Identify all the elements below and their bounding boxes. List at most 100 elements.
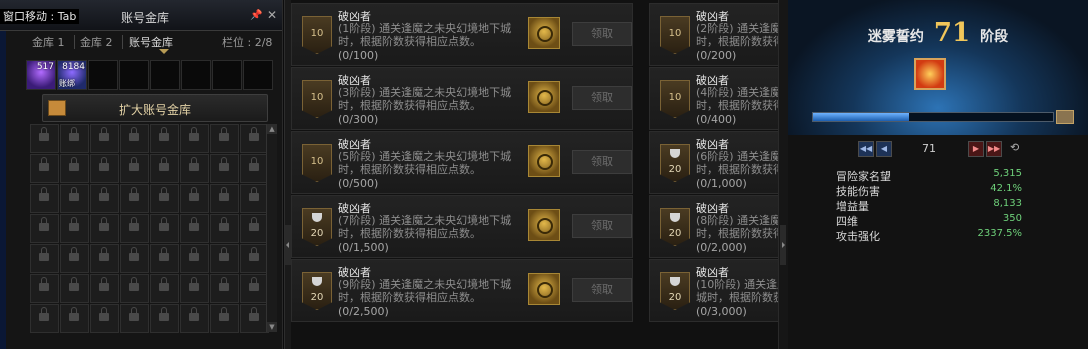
prev-page-button[interactable]: ◀ — [876, 141, 892, 157]
locked-slot[interactable] — [150, 124, 179, 153]
reset-icon[interactable]: ⟲ — [1010, 141, 1019, 154]
locked-slot[interactable] — [120, 184, 149, 213]
locked-slot[interactable] — [180, 304, 209, 333]
next-page-button[interactable]: ▶ — [968, 141, 984, 157]
pin-icon[interactable]: 📌 — [250, 10, 262, 21]
claim-button[interactable]: 领取 — [572, 214, 632, 238]
item-slot[interactable]: 517 — [26, 60, 56, 90]
locked-slot[interactable] — [210, 124, 239, 153]
panel-collapse-handle-right[interactable] — [778, 0, 788, 349]
scroll-up-icon[interactable]: ▲ — [267, 124, 277, 134]
locked-slot[interactable] — [150, 214, 179, 243]
locked-slot[interactable] — [180, 124, 209, 153]
locked-slot[interactable] — [30, 214, 59, 243]
chevron-right-icon[interactable] — [780, 225, 786, 265]
reward-chest-icon[interactable] — [1056, 110, 1074, 124]
locked-slot[interactable] — [120, 214, 149, 243]
locked-slot[interactable] — [30, 154, 59, 183]
locked-slot[interactable] — [210, 184, 239, 213]
claim-button[interactable]: 领取 — [572, 150, 632, 174]
trophy-icon — [312, 213, 322, 222]
locked-slot[interactable] — [240, 244, 269, 273]
locked-slot[interactable] — [210, 244, 239, 273]
locked-slot[interactable] — [90, 184, 119, 213]
locked-slot[interactable] — [150, 274, 179, 303]
reward-emblem-icon[interactable] — [528, 17, 560, 49]
locked-slot[interactable] — [180, 154, 209, 183]
locked-slot[interactable] — [210, 274, 239, 303]
item-slot[interactable] — [212, 60, 242, 90]
locked-slot[interactable] — [210, 304, 239, 333]
locked-slot[interactable] — [180, 244, 209, 273]
locked-slot[interactable] — [60, 214, 89, 243]
stat-label: 冒险家名望 — [836, 170, 891, 183]
lock-icon — [99, 307, 109, 321]
locked-slot[interactable] — [150, 244, 179, 273]
claim-button[interactable]: 领取 — [572, 86, 632, 110]
item-slot[interactable]: 8184 账绑 — [57, 60, 87, 90]
locked-slot[interactable] — [150, 154, 179, 183]
reward-emblem-icon[interactable] — [528, 209, 560, 241]
reward-emblem-icon[interactable] — [528, 81, 560, 113]
tab-vault-2[interactable]: 金库 2 — [80, 34, 113, 50]
locked-slot[interactable] — [60, 274, 89, 303]
tab-account-vault[interactable]: 账号金库 — [129, 34, 173, 50]
first-page-button[interactable]: ◀◀ — [858, 141, 874, 157]
locked-slot[interactable] — [120, 244, 149, 273]
locked-slot[interactable] — [90, 304, 119, 333]
locked-slot[interactable] — [30, 184, 59, 213]
locked-slot[interactable] — [60, 154, 89, 183]
locked-slot[interactable] — [240, 184, 269, 213]
claim-button[interactable]: 领取 — [572, 22, 632, 46]
reward-emblem-icon[interactable] — [528, 273, 560, 305]
reward-emblem-icon[interactable] — [528, 145, 560, 177]
item-slot[interactable] — [88, 60, 118, 90]
tab-vault-1[interactable]: 金库 1 — [32, 34, 65, 50]
scroll-down-icon[interactable]: ▼ — [267, 322, 277, 332]
locked-slot[interactable] — [210, 214, 239, 243]
locked-slot[interactable] — [90, 244, 119, 273]
locked-slot[interactable] — [90, 214, 119, 243]
locked-slot[interactable] — [120, 304, 149, 333]
item-slot[interactable] — [119, 60, 149, 90]
item-slot[interactable] — [150, 60, 180, 90]
locked-slot[interactable] — [120, 124, 149, 153]
locked-slot[interactable] — [90, 274, 119, 303]
locked-slot[interactable] — [60, 184, 89, 213]
locked-slot[interactable] — [30, 274, 59, 303]
vault-titlebar[interactable]: 窗口移动 : Tab 账号金库 📌 ✕ — [0, 0, 282, 31]
item-slot[interactable] — [181, 60, 211, 90]
locked-slot[interactable] — [90, 124, 119, 153]
locked-slot[interactable] — [180, 214, 209, 243]
locked-slot[interactable] — [240, 124, 269, 153]
locked-slot[interactable] — [60, 304, 89, 333]
expand-vault-button[interactable]: 扩大账号金库 — [42, 94, 268, 122]
close-icon[interactable]: ✕ — [267, 8, 277, 22]
last-page-button[interactable]: ▶▶ — [986, 141, 1002, 157]
account-vault-window: 窗口移动 : Tab 账号金库 📌 ✕ 金库 1 金库 2 账号金库 栏位 : … — [0, 0, 283, 349]
lock-icon — [129, 187, 139, 201]
lock-icon — [39, 217, 49, 231]
locked-slot[interactable] — [240, 214, 269, 243]
locked-slot[interactable] — [180, 184, 209, 213]
locked-slot[interactable] — [240, 154, 269, 183]
locked-slot[interactable] — [120, 154, 149, 183]
locked-slot[interactable] — [240, 274, 269, 303]
locked-slot[interactable] — [30, 244, 59, 273]
locked-slot[interactable] — [60, 244, 89, 273]
claim-button[interactable]: 领取 — [572, 278, 632, 302]
locked-slot[interactable] — [60, 124, 89, 153]
locked-slot[interactable] — [240, 304, 269, 333]
locked-slot[interactable] — [210, 154, 239, 183]
locked-slot[interactable] — [150, 184, 179, 213]
locked-slot[interactable] — [30, 124, 59, 153]
vault-scrollbar[interactable]: ▲ ▼ — [266, 124, 277, 332]
locked-slot[interactable] — [180, 274, 209, 303]
lock-icon — [219, 217, 229, 231]
locked-slot[interactable] — [30, 304, 59, 333]
locked-slot[interactable] — [120, 274, 149, 303]
locked-slot[interactable] — [150, 304, 179, 333]
item-slot[interactable] — [243, 60, 273, 90]
locked-slot[interactable] — [90, 154, 119, 183]
level-badge-icon: 10 — [302, 16, 332, 54]
